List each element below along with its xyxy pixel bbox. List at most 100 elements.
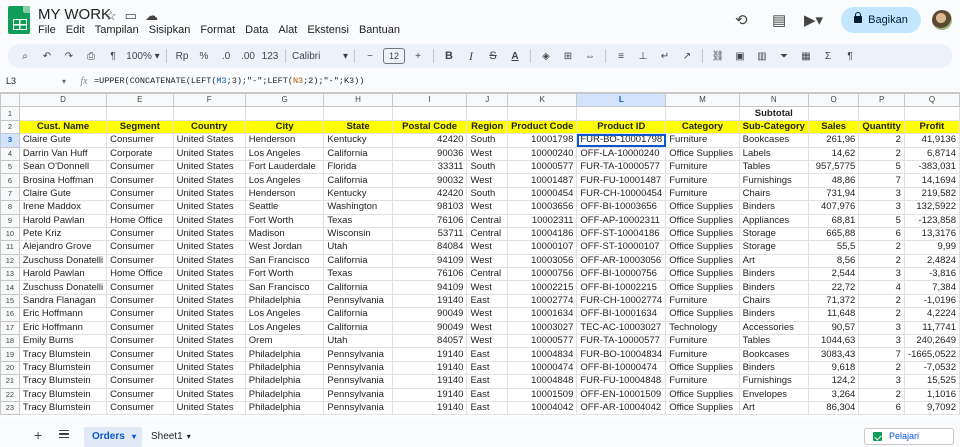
- cell[interactable]: Storage: [738, 226, 809, 242]
- cell-table[interactable]: DEFGHIJKLMNOPQ 1 Subtotal 2 Cust. Name Segme…: [0, 93, 960, 416]
- redo-icon[interactable]: ↷: [60, 46, 78, 66]
- cell[interactable]: FUR-BO-10004834: [576, 347, 667, 362]
- cell[interactable]: 6: [858, 226, 905, 242]
- header-cell[interactable]: City: [244, 119, 325, 135]
- cell[interactable]: California: [323, 146, 393, 161]
- cell[interactable]: 48,86: [807, 173, 860, 188]
- header-cell[interactable]: Country: [172, 119, 246, 135]
- cell[interactable]: 98103: [391, 200, 468, 215]
- chevron-down-icon[interactable]: ▾: [187, 432, 191, 441]
- header-cell[interactable]: Quantity: [858, 119, 905, 135]
- move-folder-icon[interactable]: ▭: [125, 8, 137, 24]
- cell[interactable]: Office Supplies: [665, 400, 740, 416]
- cell[interactable]: 731,94: [807, 186, 860, 202]
- sheets-logo-icon[interactable]: [8, 6, 30, 34]
- row-header[interactable]: 13: [0, 267, 20, 282]
- cell[interactable]: Binders: [738, 200, 809, 215]
- cell[interactable]: 3: [858, 334, 905, 349]
- cell[interactable]: Consumer: [106, 374, 174, 389]
- horizontal-align-icon[interactable]: ≡: [612, 46, 630, 66]
- cell[interactable]: 10003056: [507, 253, 578, 269]
- cell[interactable]: 19140: [391, 347, 468, 362]
- cell[interactable]: San Francisco: [244, 253, 325, 269]
- cell[interactable]: Kentucky: [323, 186, 393, 202]
- cell[interactable]: -123,858: [903, 213, 960, 228]
- cell[interactable]: Utah: [323, 240, 393, 255]
- menu-item-file[interactable]: File: [38, 24, 61, 36]
- row-header[interactable]: 14: [0, 280, 20, 295]
- avatar[interactable]: [932, 10, 952, 30]
- cell[interactable]: West Jordan: [244, 240, 325, 255]
- cell[interactable]: Darrin Van Huff: [18, 146, 108, 161]
- cell[interactable]: United States: [172, 240, 246, 255]
- cell[interactable]: 10001509: [507, 387, 578, 402]
- cell[interactable]: Emily Burns: [18, 334, 108, 349]
- cell[interactable]: California: [323, 253, 393, 269]
- cell[interactable]: 22,72: [807, 280, 860, 295]
- cell[interactable]: Consumer: [106, 334, 174, 349]
- cell[interactable]: FUR-TA-10000577: [576, 159, 667, 175]
- cell[interactable]: United States: [172, 374, 246, 389]
- currency-format-button[interactable]: Rp: [173, 46, 191, 66]
- cell[interactable]: 3,264: [807, 387, 860, 402]
- cell[interactable]: 10000240: [507, 146, 578, 161]
- cell[interactable]: Accessories: [738, 320, 809, 336]
- cell[interactable]: South: [466, 186, 509, 202]
- column-header[interactable]: L: [576, 93, 667, 108]
- cell[interactable]: Tracy Blumstein: [18, 347, 108, 362]
- cell[interactable]: Consumer: [106, 320, 174, 336]
- cell[interactable]: -1,0196: [903, 293, 960, 309]
- cell[interactable]: United States: [172, 226, 246, 242]
- cell[interactable]: Sandra Flanagan: [18, 293, 108, 309]
- cell[interactable]: 2: [858, 360, 905, 376]
- add-sheet-icon[interactable]: +: [34, 427, 42, 443]
- cell[interactable]: Office Supplies: [665, 213, 740, 228]
- cell[interactable]: Fort Worth: [244, 267, 325, 282]
- cell[interactable]: 8,56: [807, 253, 860, 269]
- cell[interactable]: Fort Worth: [244, 213, 325, 228]
- cell[interactable]: Tables: [738, 159, 809, 175]
- column-header[interactable]: M: [665, 93, 740, 108]
- cell[interactable]: Henderson: [244, 133, 325, 148]
- cell[interactable]: Wisconsin: [323, 226, 393, 242]
- cell[interactable]: 53711: [391, 226, 468, 242]
- cell[interactable]: Central: [466, 213, 509, 228]
- cell[interactable]: 10000577: [507, 159, 578, 175]
- cell[interactable]: Los Angeles: [244, 320, 325, 336]
- cell[interactable]: Claire Gute: [18, 186, 108, 202]
- cell[interactable]: 90,57: [807, 320, 860, 336]
- cell[interactable]: Orem: [244, 334, 325, 349]
- menu-item-data[interactable]: Data: [240, 24, 273, 36]
- cell[interactable]: 13,3176: [903, 226, 960, 242]
- cell[interactable]: 9,99: [903, 240, 960, 255]
- cell[interactable]: Consumer: [106, 293, 174, 309]
- cell[interactable]: 90032: [391, 173, 468, 188]
- cell[interactable]: United States: [172, 253, 246, 269]
- cell[interactable]: Technology: [665, 320, 740, 336]
- cell[interactable]: West: [466, 173, 509, 188]
- cell[interactable]: 2: [858, 253, 905, 269]
- cell[interactable]: Bookcases: [738, 347, 809, 362]
- header-cell[interactable]: Cust. Name: [18, 119, 108, 135]
- cell[interactable]: California: [323, 173, 393, 188]
- cell[interactable]: Envelopes: [738, 387, 809, 402]
- cell[interactable]: OFF-AR-10004042: [576, 400, 667, 416]
- cell[interactable]: United States: [172, 133, 246, 148]
- cell[interactable]: 10004848: [507, 374, 578, 389]
- cell[interactable]: 19140: [391, 293, 468, 309]
- row-header[interactable]: 8: [0, 200, 20, 215]
- row-header[interactable]: 5: [0, 159, 20, 175]
- cell[interactable]: Furniture: [665, 159, 740, 175]
- cell[interactable]: East: [466, 293, 509, 309]
- explore-button[interactable]: Pelajari: [864, 428, 954, 445]
- cell[interactable]: 10004042: [507, 400, 578, 416]
- cell[interactable]: Home Office: [106, 267, 174, 282]
- cell[interactable]: [665, 106, 740, 121]
- cell[interactable]: Central: [466, 226, 509, 242]
- row-header[interactable]: 7: [0, 186, 20, 202]
- cell[interactable]: Pennsylvania: [323, 347, 393, 362]
- star-icon[interactable]: ☆: [105, 8, 117, 24]
- tab-sheet1[interactable]: Sheet1 ▾: [151, 427, 191, 447]
- cell[interactable]: Philadelphia: [244, 387, 325, 402]
- cell[interactable]: 86,304: [807, 400, 860, 416]
